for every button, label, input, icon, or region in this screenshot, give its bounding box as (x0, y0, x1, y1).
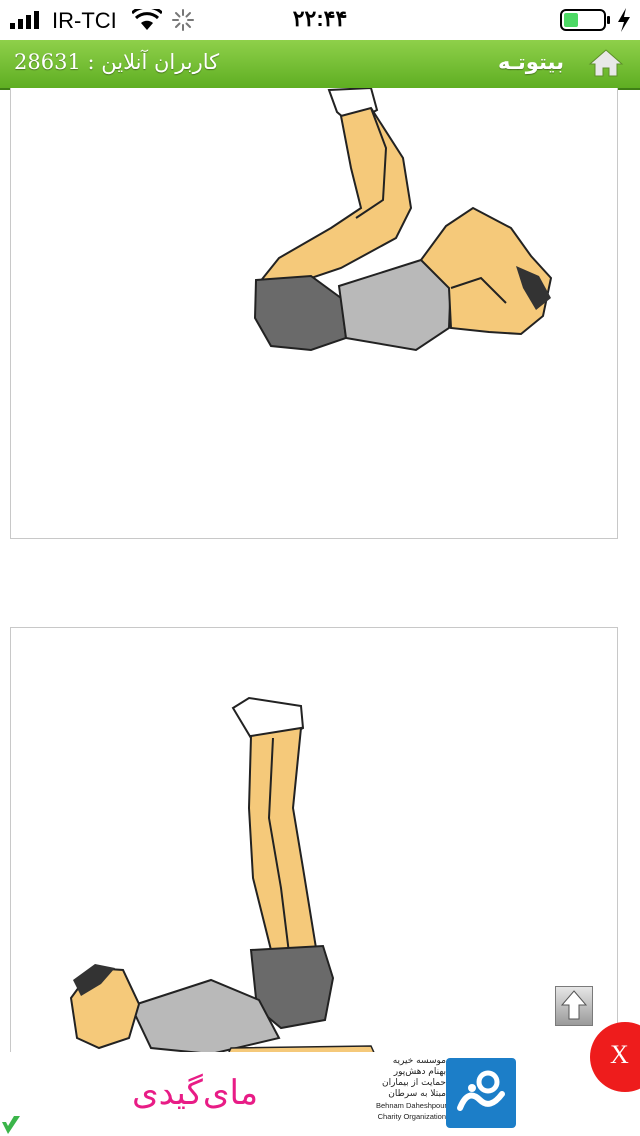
clock: ۲۲:۴۴ (292, 6, 348, 31)
org-line-en: Charity Organization (377, 1112, 446, 1121)
charity-logo-icon (457, 1070, 505, 1111)
org-line: مبتلا به سرطان (388, 1089, 446, 1099)
charging-icon (618, 8, 630, 32)
wifi-icon (132, 9, 162, 30)
crunch-exercise-illustration (253, 88, 553, 352)
ad-organization-text: موسسه خیریه بهنام دهش‌پور حمایت از بیمار… (376, 1056, 447, 1122)
exercise-image-1 (10, 88, 618, 539)
ad-choice-icon (2, 1116, 20, 1134)
app-header: کاربران آنلاین : 28631 بیتوتـه (0, 40, 640, 90)
ad-banner[interactable] (0, 1052, 640, 1136)
battery-icon (560, 9, 610, 31)
charity-logo (446, 1058, 516, 1128)
signal-icon (10, 11, 39, 29)
status-bar: IR-TCI ۲۲:۴۴ (0, 0, 640, 40)
carrier-label: IR-TCI (52, 8, 117, 33)
org-line: بهنام دهش‌پور (393, 1067, 446, 1077)
loading-spinner-icon (172, 9, 194, 31)
close-label: X (610, 1040, 629, 1069)
home-icon[interactable] (588, 48, 624, 78)
scroll-to-top-button[interactable] (555, 986, 593, 1026)
site-brand[interactable]: بیتوتـه (498, 50, 564, 74)
org-line: حمایت از بیماران (381, 1078, 446, 1088)
org-line-en: Behnam Daheshpour (376, 1101, 447, 1110)
arrow-up-icon (560, 990, 588, 1020)
exercise-image-2 (10, 627, 618, 1069)
leg-raise-exercise-illustration (69, 696, 382, 1068)
org-line: موسسه خیریه (392, 1056, 446, 1066)
ad-brand-name[interactable]: مای‌گیدی (115, 1060, 275, 1130)
online-users-counter: کاربران آنلاین : 28631 (14, 50, 220, 74)
